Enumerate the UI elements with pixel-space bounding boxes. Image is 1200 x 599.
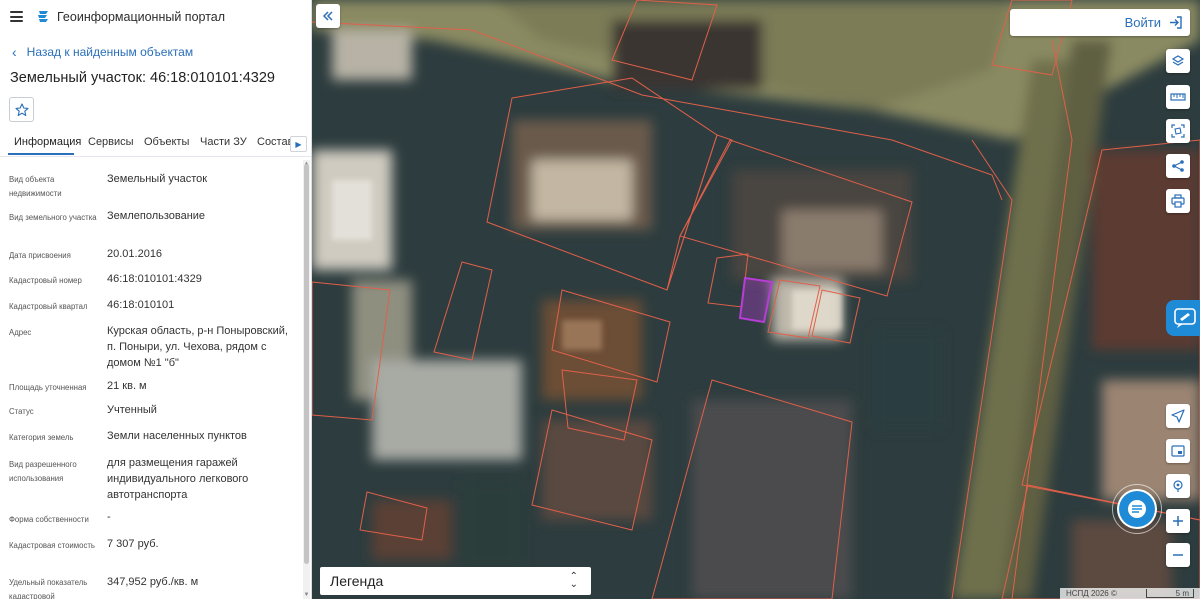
portal-title: Геоинформационный портал	[57, 10, 226, 24]
minimap-button[interactable]	[1166, 439, 1190, 463]
satellite-imagery	[312, 0, 1200, 599]
property-label: Кадастровый квартал	[9, 302, 88, 311]
property-value: 46:18:010101:4329	[107, 273, 202, 285]
scroll-down-arrow-icon[interactable]: ▼	[303, 592, 310, 598]
back-to-results-link[interactable]: ‹ Назад к найденным объектам	[12, 45, 193, 59]
double-chevron-left-icon	[322, 11, 333, 21]
star-icon	[14, 102, 29, 116]
property-label: Кадастровый номер	[9, 276, 82, 285]
print-button[interactable]	[1166, 189, 1190, 213]
panel-header: Геоинформационный портал	[0, 0, 311, 34]
property-label: Форма собственности	[9, 515, 89, 524]
login-icon	[1170, 16, 1182, 29]
geo-pin-button[interactable]	[1166, 474, 1190, 498]
geo-pin-icon	[1173, 480, 1183, 492]
tabs-scroll-right-button[interactable]: ▶	[290, 136, 307, 152]
menu-icon[interactable]	[10, 11, 23, 22]
layers-button[interactable]	[1166, 49, 1190, 73]
property-value: 347,952 руб./кв. м	[107, 576, 199, 588]
property-label: Адрес	[9, 328, 32, 337]
info-tabs: Информация Сервисы Объекты Части ЗУ Сост…	[0, 131, 311, 157]
property-value: 7 307 руб.	[107, 538, 159, 550]
legend-label: Легенда	[330, 573, 384, 589]
zoom-out-icon	[1173, 554, 1183, 556]
zoom-in-button[interactable]	[1166, 509, 1190, 533]
locate-button[interactable]	[1166, 404, 1190, 428]
property-value: Учтенный	[107, 404, 157, 416]
property-label: Кадастровая стоимость	[9, 541, 95, 550]
property-value: 46:18:010101	[107, 299, 175, 311]
zoom-out-button[interactable]	[1166, 543, 1190, 567]
property-label: Вид земельного участка	[9, 213, 97, 222]
panel-scrollbar-thumb[interactable]	[304, 164, 309, 564]
favorite-button[interactable]	[9, 97, 34, 122]
minimap-icon	[1171, 445, 1185, 457]
legend-dropdown[interactable]: Легенда ⌃ ⌄	[320, 567, 591, 595]
back-link-label: Назад к найденным объектам	[26, 45, 194, 59]
chat-icon	[1128, 500, 1146, 518]
share-icon	[1172, 160, 1184, 172]
scale-bar: 5 m	[1146, 589, 1194, 598]
ruler-icon	[1170, 93, 1186, 101]
object-title: Земельный участок: 46:18:010101:4329	[10, 70, 275, 86]
property-label: Удельный показатель кадастровой	[9, 578, 88, 599]
measure-button[interactable]	[1166, 85, 1190, 109]
property-value: Земли населенных пунктов	[107, 430, 247, 442]
share-button[interactable]	[1166, 154, 1190, 178]
map-attribution: НСПД 2026 © 5 m	[1060, 588, 1200, 599]
chevron-right-icon: ▶	[295, 139, 302, 149]
print-icon	[1171, 194, 1185, 208]
property-label: Вид разрешенного использования	[9, 460, 77, 483]
locate-icon	[1171, 409, 1185, 423]
tab-services[interactable]: Сервисы	[88, 136, 134, 148]
expand-collapse-icon: ⌃ ⌄	[569, 571, 578, 590]
login-label: Войти	[1124, 15, 1161, 30]
property-label: Площадь уточненная	[9, 383, 87, 392]
info-panel: Геоинформационный портал ‹ Назад к найде…	[0, 0, 312, 599]
property-value: 20.01.2016	[107, 248, 163, 260]
active-tab-indicator	[8, 153, 74, 155]
property-label: Дата присвоения	[9, 251, 71, 260]
tab-composition[interactable]: Состав	[257, 136, 293, 148]
property-value: для размещения гаражей индивидуального л…	[107, 457, 249, 501]
portal-logo-icon	[38, 11, 48, 22]
feedback-side-tab[interactable]	[1166, 300, 1200, 336]
property-value: Землепользование	[107, 210, 206, 222]
property-value: Земельный участок	[107, 173, 208, 185]
property-label: Статус	[9, 407, 34, 416]
chevron-left-icon: ‹	[12, 44, 17, 60]
tab-parcel-parts[interactable]: Части ЗУ	[200, 136, 247, 148]
login-button[interactable]: Войти	[1010, 9, 1190, 36]
chat-assistant-button[interactable]	[1119, 491, 1155, 527]
property-value: -	[107, 511, 111, 523]
area-select-icon	[1171, 124, 1185, 138]
property-value: 21 кв. м	[107, 380, 147, 392]
area-select-button[interactable]	[1166, 119, 1190, 143]
collapse-panel-button[interactable]	[316, 4, 340, 28]
property-label: Вид объекта недвижимости	[9, 175, 62, 198]
property-value: Курская область, р-н Поныровский, п. Пон…	[107, 325, 288, 369]
tab-information[interactable]: Информация	[14, 136, 81, 148]
layers-icon	[1171, 55, 1185, 66]
tab-objects[interactable]: Объекты	[144, 136, 189, 148]
feedback-icon	[1174, 308, 1196, 328]
copyright-text: НСПД 2026 ©	[1066, 589, 1117, 598]
zoom-in-icon	[1173, 516, 1183, 526]
property-label: Категория земель	[9, 433, 74, 442]
map-view[interactable]: Войти Легенда ⌃ ⌄ НСПД 2026 © 5 m	[312, 0, 1200, 599]
